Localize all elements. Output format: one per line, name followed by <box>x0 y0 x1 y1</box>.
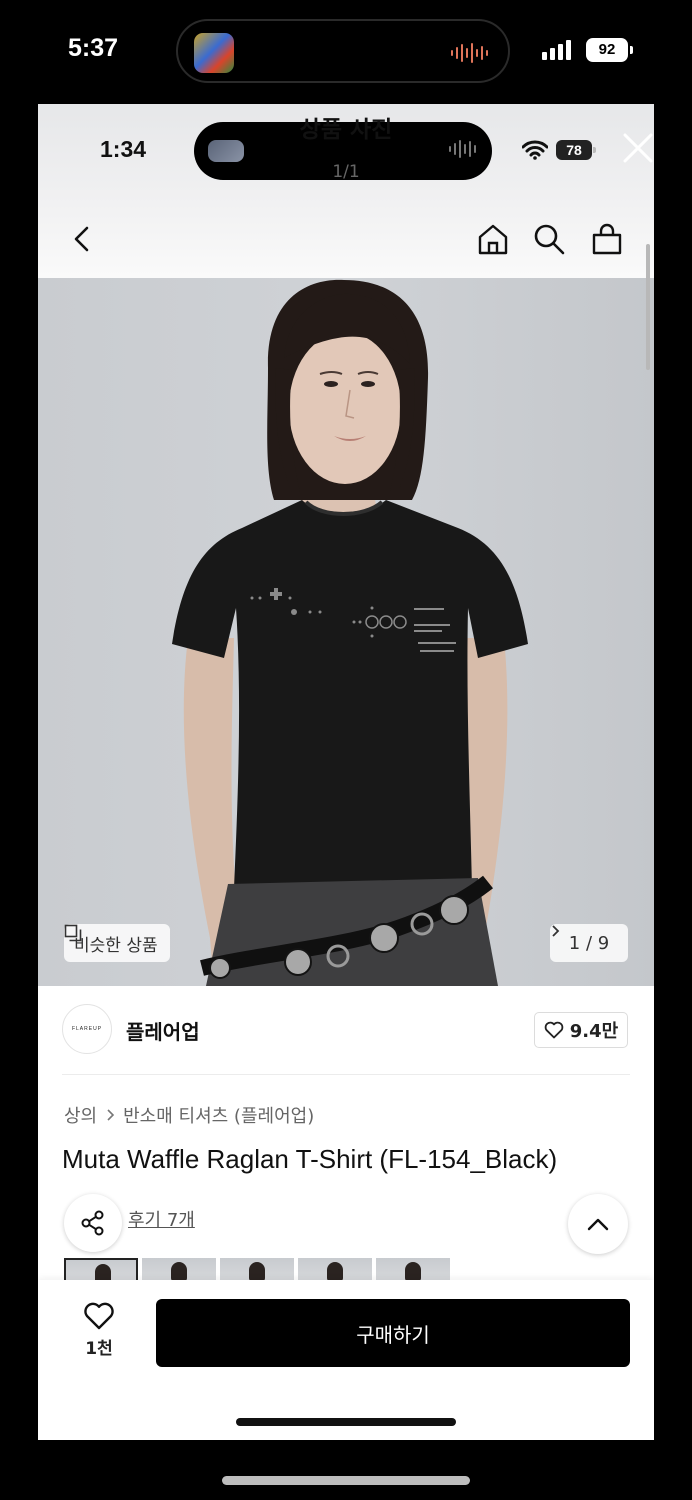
outer-clock: 5:37 <box>68 34 119 62</box>
close-icon[interactable] <box>622 132 654 164</box>
chevron-up-icon <box>587 1218 609 1231</box>
brand-logo[interactable]: FLAREUP <box>62 1004 112 1054</box>
inner-battery-indicator: 78 <box>556 140 596 160</box>
brand-row[interactable]: FLAREUP 플레어업 9.4만 <box>38 986 654 1076</box>
home-icon[interactable] <box>476 222 510 256</box>
cart-icon[interactable] <box>590 222 624 256</box>
inner-status-bar: 1:34 상품 사진 1/1 78 <box>38 104 654 204</box>
wishlist-button[interactable]: 1천 <box>74 1302 124 1362</box>
thumbnail[interactable] <box>220 1258 294 1280</box>
viewer-page-count: 1/1 <box>332 162 360 182</box>
chevron-right-icon <box>552 925 560 937</box>
thumbnail[interactable] <box>298 1258 372 1280</box>
thumbnail-strip <box>64 1258 450 1280</box>
buy-button[interactable]: 구매하기 <box>156 1299 630 1367</box>
share-icon <box>81 1210 104 1236</box>
image-counter-button[interactable]: 1 / 9 <box>550 924 628 962</box>
thumbnail[interactable] <box>142 1258 216 1280</box>
bottom-action-bar: 1천 구매하기 <box>38 1280 654 1440</box>
viewer-title: 상품 사진 <box>299 117 393 143</box>
scroll-top-button[interactable] <box>568 1194 628 1254</box>
product-title: Muta Waffle Raglan T-Shirt (FL-154_Black… <box>62 1144 558 1174</box>
brand-like-button[interactable]: 9.4만 <box>534 1012 628 1048</box>
similar-products-button[interactable]: 비슷한 상품 <box>64 924 170 962</box>
thumbnail[interactable] <box>64 1258 138 1280</box>
audio-wave-icon <box>451 43 488 63</box>
search-icon[interactable] <box>532 222 566 256</box>
wishlist-count: 1천 <box>85 1339 113 1359</box>
brand-like-count: 9.4만 <box>569 1021 619 1042</box>
scrollbar[interactable] <box>646 244 650 370</box>
chevron-right-icon <box>107 1109 115 1121</box>
dynamic-island[interactable] <box>176 19 510 83</box>
home-indicator[interactable] <box>222 1476 470 1485</box>
now-playing-artwork <box>194 33 234 73</box>
inner-home-indicator[interactable] <box>236 1418 456 1426</box>
breadcrumb-subcategory[interactable]: 반소매 티셔츠 (플레어업) <box>123 1102 314 1128</box>
heart-icon <box>84 1302 114 1330</box>
similar-icon <box>64 924 82 942</box>
reviews-link[interactable]: 후기 7개 <box>128 1206 195 1232</box>
battery-indicator: 92 <box>586 38 633 62</box>
heart-icon <box>544 1021 564 1039</box>
thumbnail[interactable] <box>376 1258 450 1280</box>
share-button[interactable] <box>64 1194 122 1252</box>
breadcrumb-category[interactable]: 상의 <box>64 1102 97 1128</box>
divider <box>62 1074 630 1075</box>
product-image[interactable]: 비슷한 상품 1 / 9 <box>38 278 654 986</box>
model-photo-illustration <box>172 279 528 986</box>
back-icon[interactable] <box>66 222 100 256</box>
recorded-screen: 1:34 상품 사진 1/1 78 비슷한 상품 1 / 9 FLAREUP 플… <box>38 104 654 1440</box>
breadcrumb: 상의 반소매 티셔츠 (플레어업) <box>64 1102 314 1128</box>
app-header <box>38 204 654 278</box>
cellular-signal-icon <box>542 38 571 60</box>
similar-products-label: 비슷한 상품 <box>74 935 158 956</box>
brand-name[interactable]: 플레어업 <box>126 1016 200 1045</box>
outer-status-bar: 5:37 92 <box>0 0 692 104</box>
image-counter-label: 1 / 9 <box>568 932 610 954</box>
wifi-icon <box>522 140 548 160</box>
